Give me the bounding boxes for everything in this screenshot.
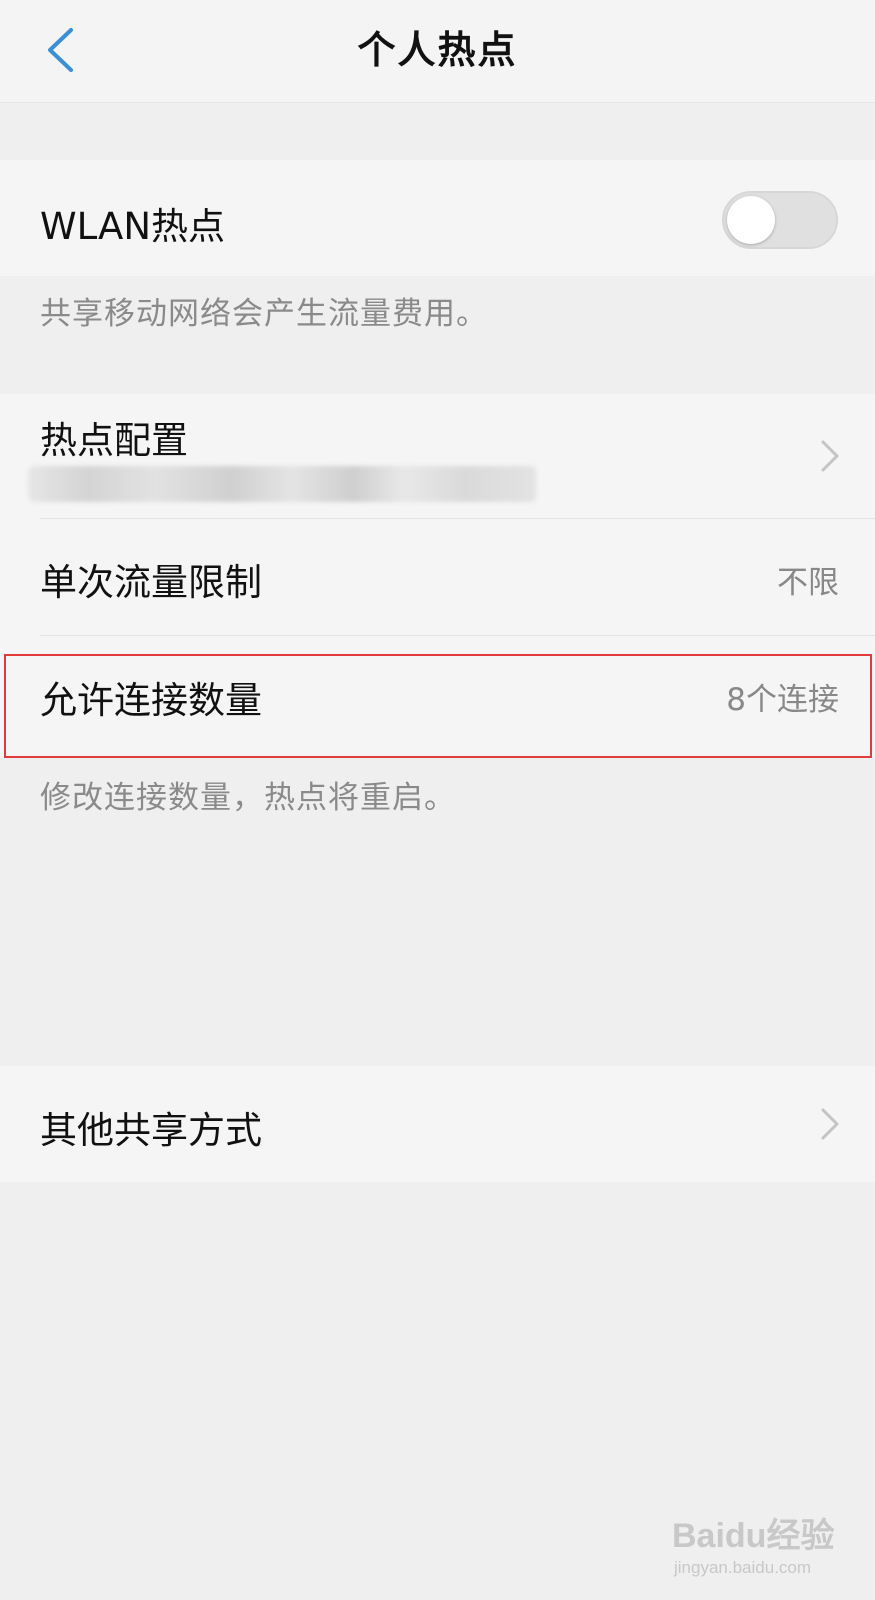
max-connections-row[interactable]: 允许连接数量 8个连接: [0, 636, 875, 758]
data-limit-value: 不限: [777, 565, 839, 601]
chevron-right-icon: [821, 440, 839, 472]
wlan-hotspot-card: WLAN热点: [0, 160, 875, 276]
baidu-jingyan-watermark: Baidu经验 jingyan.baidu.com: [672, 1500, 842, 1590]
page-title: 个人热点: [357, 28, 518, 72]
other-sharing-label: 其他共享方式: [40, 1109, 262, 1152]
hotspot-settings-card: 热点配置 单次流量限制 不限 允许连接数量 8个连接: [0, 394, 875, 758]
max-connections-label: 允许连接数量: [40, 679, 262, 722]
hotspot-config-row[interactable]: 热点配置: [0, 394, 875, 518]
other-sharing-row[interactable]: 其他共享方式: [0, 1066, 875, 1182]
title-bar: 个人热点: [0, 0, 875, 103]
data-limit-label: 单次流量限制: [40, 561, 262, 604]
watermark-brand: Baidu经验: [672, 1517, 835, 1555]
hotspot-config-label: 热点配置: [40, 419, 188, 462]
watermark-url: jingyan.baidu.com: [674, 1558, 812, 1577]
other-sharing-card: 其他共享方式: [0, 1066, 875, 1182]
chevron-right-icon: [821, 1108, 839, 1140]
max-connections-note: 修改连接数量，热点将重启。: [40, 780, 456, 816]
data-limit-row[interactable]: 单次流量限制 不限: [0, 519, 875, 635]
toggle-knob: [727, 196, 775, 244]
wlan-hotspot-toggle[interactable]: [722, 191, 838, 249]
max-connections-value: 8个连接: [726, 682, 839, 718]
wlan-hotspot-label: WLAN热点: [40, 205, 226, 248]
wlan-hotspot-note: 共享移动网络会产生流量费用。: [40, 296, 488, 332]
